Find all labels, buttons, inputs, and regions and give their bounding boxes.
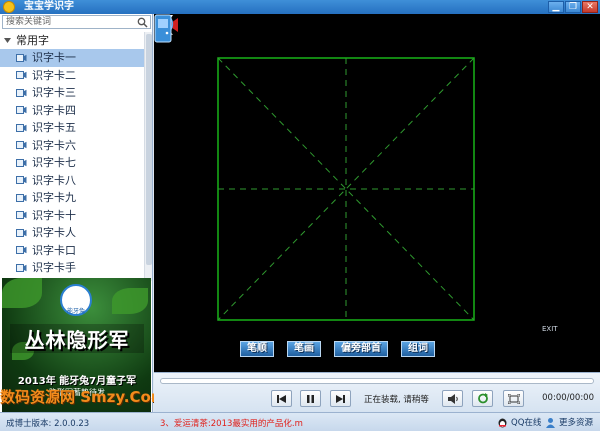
sidebar-item-card[interactable]: 识字卡口 [0,242,145,260]
sidebar-item-card[interactable]: 识字卡三 [0,84,145,102]
skip-forward-icon [336,394,345,403]
repeat-button[interactable] [472,390,493,407]
stroke-order-button[interactable]: 笔顺 [240,341,274,357]
sidebar-item-label: 识字卡人 [32,226,76,240]
sidebar-item-card[interactable]: 识字卡七 [0,154,145,172]
video-card-icon [16,228,27,237]
volume-button[interactable] [442,390,463,407]
fullscreen-button[interactable] [503,390,524,407]
video-card-icon [16,88,27,97]
rabbit-mascot-icon: 能牙兔 [60,284,92,316]
sidebar-item-card[interactable]: 识字卡十 [0,207,145,225]
sidebar-item-card[interactable]: 识字卡六 [0,137,145,155]
sidebar-item-label: 识字卡六 [32,138,76,152]
window-controls: ▁ ❐ ✕ [548,1,598,13]
previous-button[interactable] [271,390,292,407]
sidebar-item-card[interactable]: 识字卡五 [0,119,145,137]
repeat-icon [477,393,488,404]
tianzige-grid [217,57,475,321]
sidebar-item-label: 识字卡五 [32,121,76,135]
promo-badge-text: 能牙兔 [66,308,85,315]
restore-button[interactable]: ❐ [565,1,581,13]
tree-root-label: 常用字 [16,34,49,47]
exit-door-icon[interactable] [154,14,172,43]
writing-stage: 笔顺 笔画 偏旁部首 组词 EXIT [154,14,600,372]
qq-online-link[interactable]: QQ在线 [497,416,541,428]
scrollbar-thumb[interactable] [146,34,152,265]
video-card-icon [16,158,27,167]
minimize-button[interactable]: ▁ [548,1,564,13]
search-placeholder: 搜索关键词 [6,17,52,27]
collapse-triangle-icon[interactable] [3,36,12,45]
leaf-decoration [2,278,42,308]
pause-button[interactable] [300,390,321,407]
sidebar-item-card[interactable]: 识字卡四 [0,102,145,120]
sidebar-item-label: 识字卡一 [32,51,76,65]
leaf-decoration [112,288,148,314]
radicals-button[interactable]: 偏旁部首 [334,341,388,357]
version-label: 成博士版本: 2.0.0.23 [6,419,90,429]
window-title: 宝宝学识字 [24,1,74,12]
video-card-icon [16,53,27,62]
video-card-icon [16,263,27,272]
word-building-button[interactable]: 组词 [401,341,435,357]
sidebar-item-label: 识字卡七 [32,156,76,170]
pause-icon [307,394,314,403]
sidebar-item-label: 识字卡八 [32,173,76,187]
sidebar-item-label: 识字卡口 [32,243,76,257]
promo-subtitle: 2013年 能牙兔7月童子军 [17,376,137,387]
video-card-icon [16,246,27,255]
tree-root-common-characters[interactable]: 常用字 [0,32,145,49]
qq-penguin-icon [498,418,507,427]
sidebar: 搜索关键词 常用字 识字卡一识字卡二识字卡三识字卡四识字卡五识字卡六识字卡七识字… [0,14,153,412]
news-ticker[interactable]: 3、爱运清茶:2013最实用的产品化.m [160,417,303,429]
sidebar-item-label: 识字卡手 [32,261,76,275]
progress-bar[interactable] [160,378,594,384]
video-card-icon [16,193,27,202]
sidebar-item-label: 识字卡四 [32,103,76,117]
sidebar-item-label: 识字卡三 [32,86,76,100]
fullscreen-icon [507,393,520,404]
user-resources-icon [546,417,555,428]
video-card-icon [16,123,27,132]
search-input[interactable]: 搜索关键词 [2,15,151,29]
qq-online-label: QQ在线 [511,418,542,428]
close-button[interactable]: ✕ [582,1,598,13]
skip-back-icon [277,394,286,403]
sidebar-item-label: 识字卡二 [32,68,76,82]
sidebar-item-card[interactable]: 识字卡手 [0,259,145,277]
practice-button-row: 笔顺 笔画 偏旁部首 组词 [240,341,435,357]
volume-icon [447,393,458,404]
video-card-icon [16,141,27,150]
status-bar: 成博士版本: 2.0.0.23 3、爱运清茶:2013最实用的产品化.m QQ在… [0,412,600,431]
more-resources-link[interactable]: 更多资源 [545,416,593,428]
promo-title: 丛林隐形军 [10,324,144,353]
app-logo-icon [3,1,15,13]
lesson-tree: 常用字 识字卡一识字卡二识字卡三识字卡四识字卡五识字卡六识字卡七识字卡八识字卡九… [0,32,145,277]
playback-time: 00:00/00:00 [542,393,594,403]
strokes-button[interactable]: 笔画 [287,341,321,357]
next-button[interactable] [330,390,351,407]
sidebar-item-label: 识字卡九 [32,191,76,205]
media-player-bar: 正在装载, 请稍等 00:00/00:00 [154,372,600,412]
sidebar-item-label: 识字卡十 [32,208,76,222]
sidebar-item-card[interactable]: 识字卡八 [0,172,145,190]
sidebar-scrollbar[interactable] [144,32,152,281]
video-card-icon [16,176,27,185]
sidebar-item-card[interactable]: 识字卡二 [0,67,145,85]
search-icon[interactable] [137,17,148,28]
loading-status: 正在装载, 请稍等 [364,395,429,405]
exit-label: EXIT [542,325,558,333]
more-resources-label: 更多资源 [559,418,594,428]
sidebar-item-card[interactable]: 识字卡一 [0,49,145,67]
video-card-icon [16,106,27,115]
sidebar-item-card[interactable]: 识字卡人 [0,224,145,242]
sidebar-item-card[interactable]: 识字卡九 [0,189,145,207]
title-bar: 宝宝学识字 ▁ ❐ ✕ [0,0,600,14]
video-card-icon [16,71,27,80]
video-card-icon [16,211,27,220]
